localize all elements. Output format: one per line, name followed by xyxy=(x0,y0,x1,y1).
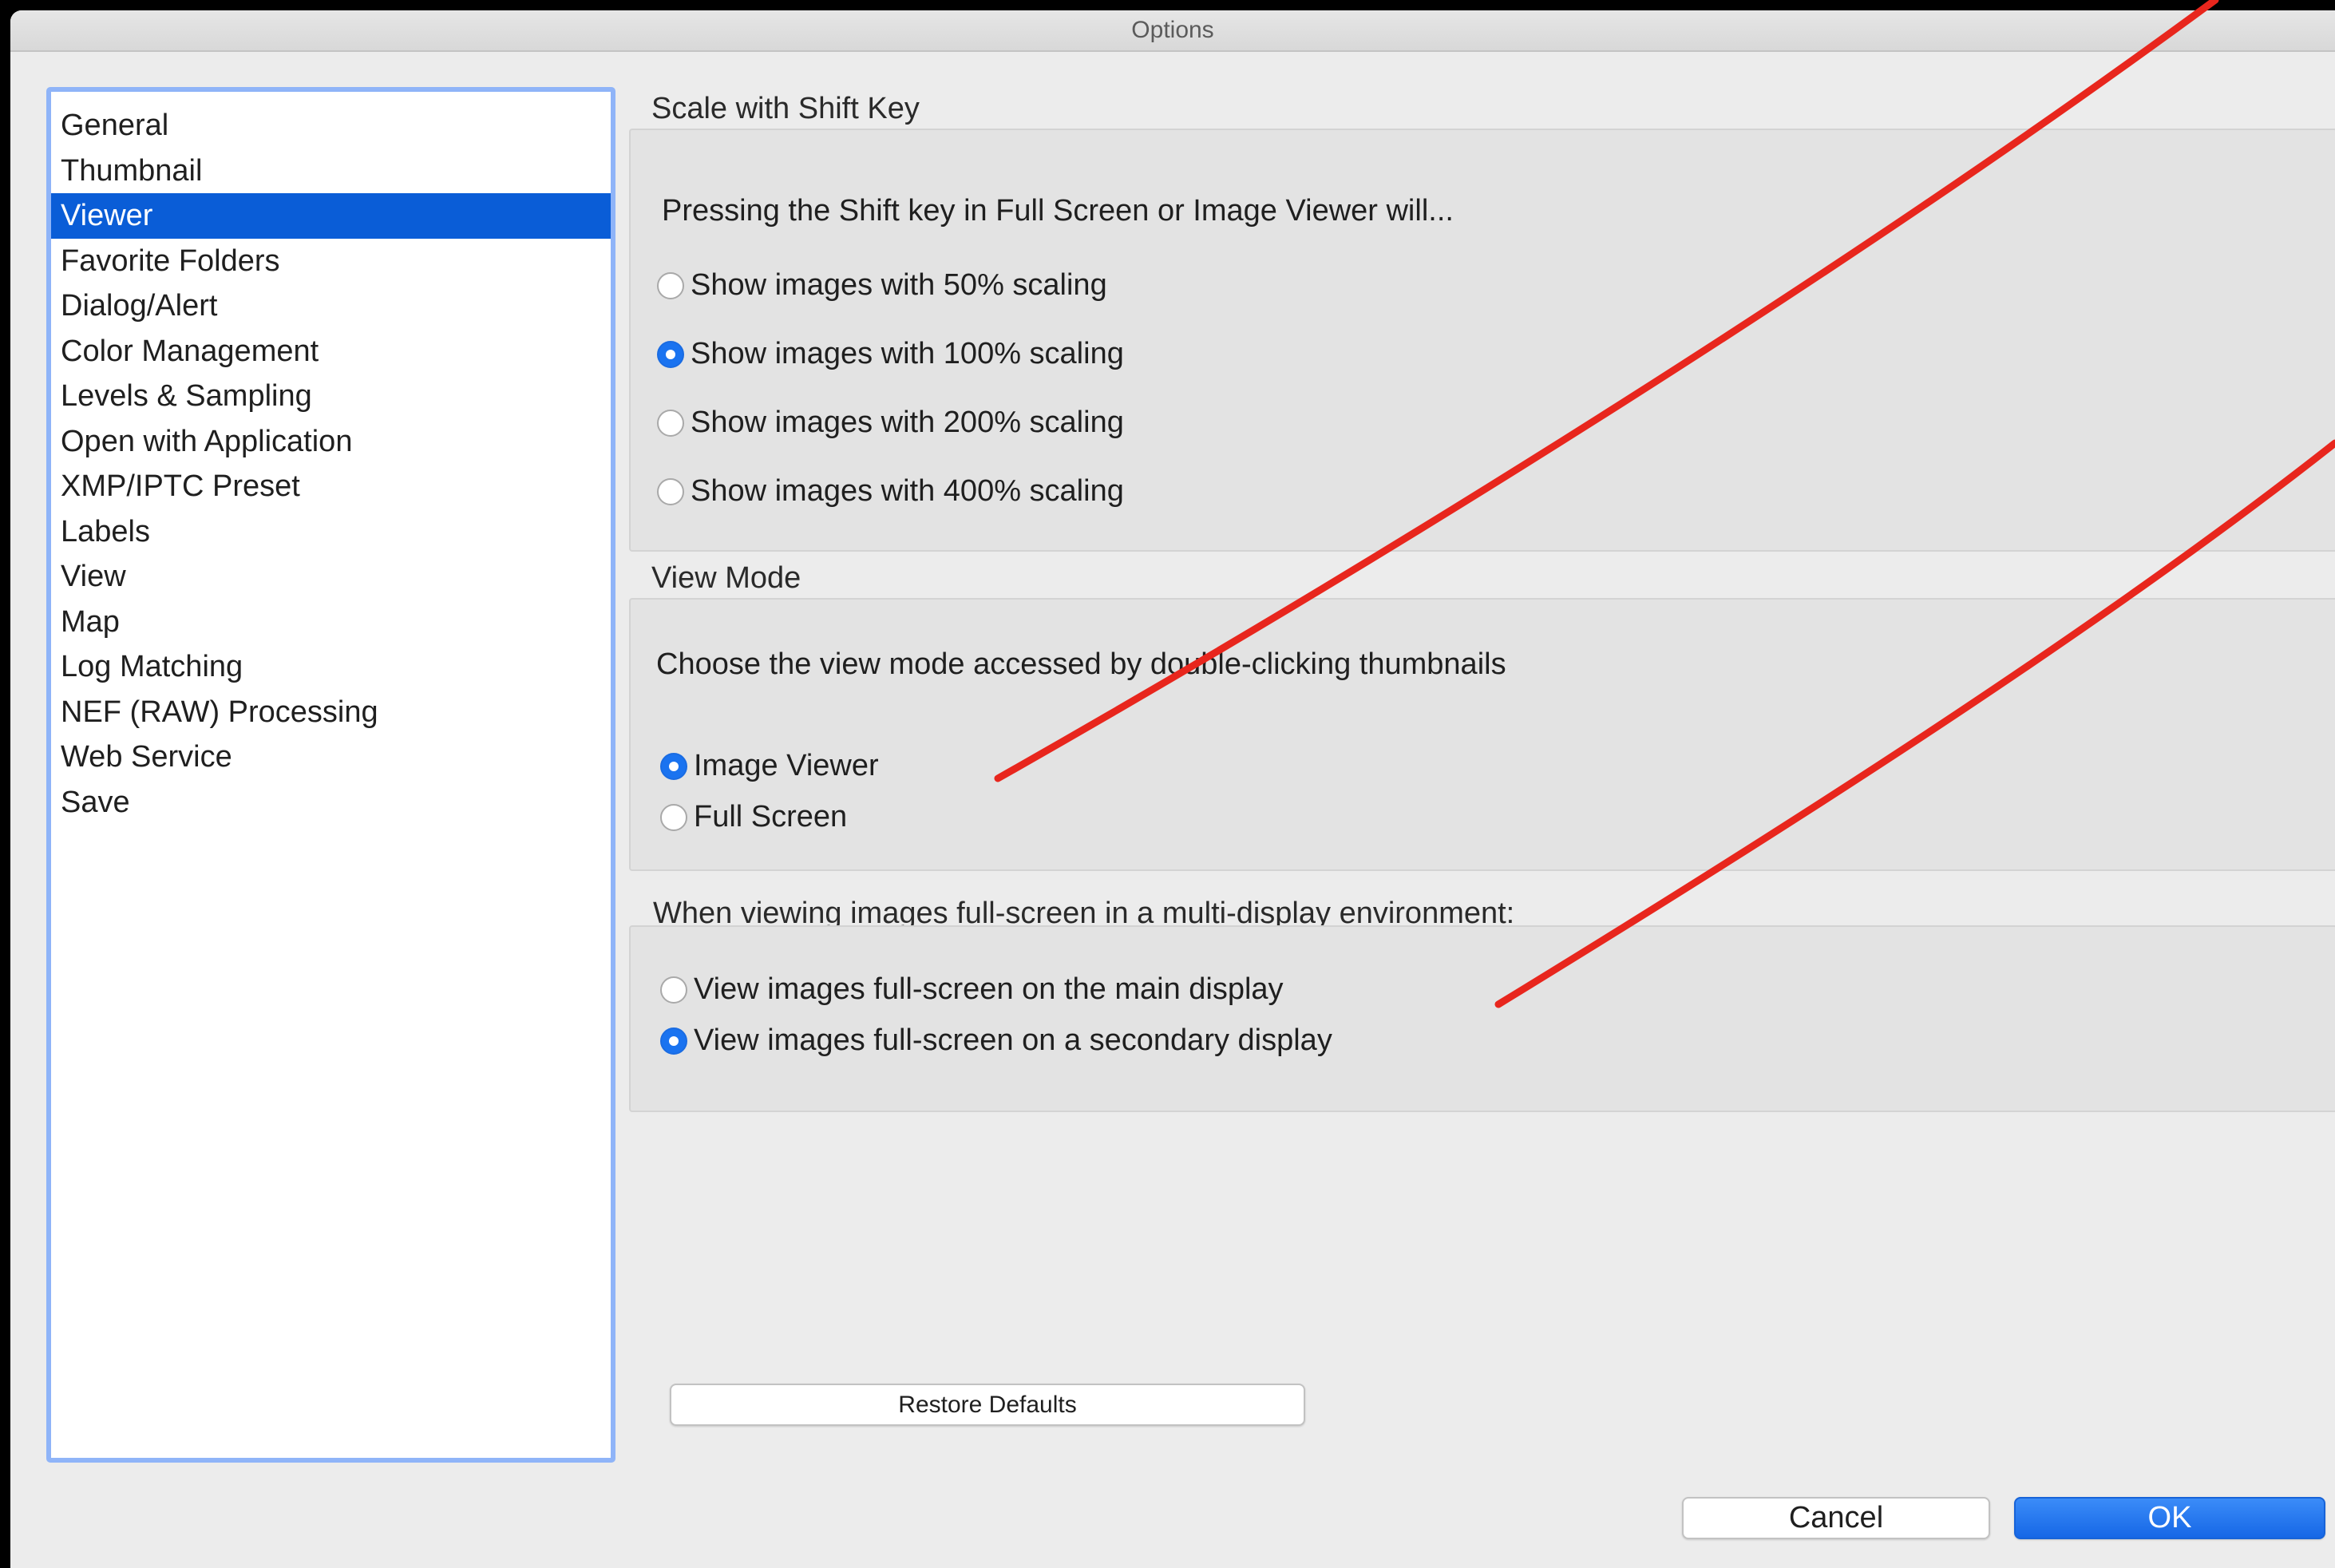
radio-button[interactable] xyxy=(657,271,684,299)
category-item-map[interactable]: Map xyxy=(51,600,611,645)
ok-button[interactable]: OK xyxy=(2014,1497,2325,1539)
scale-section-heading: Scale with Shift Key xyxy=(651,92,920,125)
radio-button-checked[interactable] xyxy=(660,752,687,780)
category-item-nef-raw-processing[interactable]: NEF (RAW) Processing xyxy=(51,690,611,735)
cancel-button[interactable]: Cancel xyxy=(1682,1497,1990,1539)
category-item-save[interactable]: Save xyxy=(51,780,611,826)
radio-button[interactable] xyxy=(657,409,684,437)
scale-option-label: Show images with 400% scaling xyxy=(691,474,1124,508)
view-mode-panel: Choose the view mode accessed by double-… xyxy=(629,598,2335,871)
radio-button[interactable] xyxy=(660,803,687,831)
scale-option-100[interactable]: Show images with 100% scaling xyxy=(657,337,1124,371)
category-item-levels-sampling[interactable]: Levels & Sampling xyxy=(51,374,611,419)
view-mode-option-label: Image Viewer xyxy=(694,749,879,782)
view-mode-option-full-screen[interactable]: Full Screen xyxy=(660,800,847,834)
scale-option-label: Show images with 100% scaling xyxy=(691,337,1124,370)
radio-button-checked[interactable] xyxy=(660,1027,687,1055)
radio-button[interactable] xyxy=(660,976,687,1004)
scale-description: Pressing the Shift key in Full Screen or… xyxy=(662,194,1454,228)
category-list[interactable]: General Thumbnail Viewer Favorite Folder… xyxy=(46,87,615,1463)
category-item-general[interactable]: General xyxy=(51,103,611,148)
restore-defaults-button[interactable]: Restore Defaults xyxy=(670,1384,1305,1426)
category-item-thumbnail[interactable]: Thumbnail xyxy=(51,148,611,194)
category-item-viewer[interactable]: Viewer xyxy=(51,193,611,239)
title-bar[interactable]: Options xyxy=(10,10,2335,52)
scale-option-50[interactable]: Show images with 50% scaling xyxy=(657,268,1107,303)
multi-display-panel: View images full-screen on the main disp… xyxy=(629,925,2335,1112)
scale-option-label: Show images with 50% scaling xyxy=(691,268,1107,302)
scale-option-200[interactable]: Show images with 200% scaling xyxy=(657,406,1124,440)
multi-display-option-label: View images full-screen on the main disp… xyxy=(694,972,1284,1006)
category-item-color-management[interactable]: Color Management xyxy=(51,329,611,374)
scale-option-label: Show images with 200% scaling xyxy=(691,406,1124,439)
multi-display-option-main[interactable]: View images full-screen on the main disp… xyxy=(660,972,1284,1007)
radio-button[interactable] xyxy=(657,477,684,505)
scale-panel: Pressing the Shift key in Full Screen or… xyxy=(629,129,2335,552)
category-item-dialog-alert[interactable]: Dialog/Alert xyxy=(51,283,611,329)
scale-option-400[interactable]: Show images with 400% scaling xyxy=(657,474,1124,509)
category-item-favorite-folders[interactable]: Favorite Folders xyxy=(51,239,611,284)
multi-display-option-secondary[interactable]: View images full-screen on a secondary d… xyxy=(660,1024,1332,1058)
view-mode-option-label: Full Screen xyxy=(694,800,848,833)
view-mode-description: Choose the view mode accessed by double-… xyxy=(656,647,1506,681)
radio-button-checked[interactable] xyxy=(657,340,684,368)
category-item-labels[interactable]: Labels xyxy=(51,509,611,555)
category-item-xmp-iptc-preset[interactable]: XMP/IPTC Preset xyxy=(51,464,611,509)
category-item-view[interactable]: View xyxy=(51,554,611,600)
view-mode-section-heading: View Mode xyxy=(651,561,801,595)
multi-display-option-label: View images full-screen on a secondary d… xyxy=(694,1024,1332,1057)
category-item-log-matching[interactable]: Log Matching xyxy=(51,644,611,690)
view-mode-option-image-viewer[interactable]: Image Viewer xyxy=(660,749,879,783)
category-item-web-service[interactable]: Web Service xyxy=(51,735,611,780)
category-item-open-with-application[interactable]: Open with Application xyxy=(51,419,611,465)
window-title: Options xyxy=(1131,17,1214,43)
options-window: Options General Thumbnail Viewer Favorit… xyxy=(10,10,2335,1568)
